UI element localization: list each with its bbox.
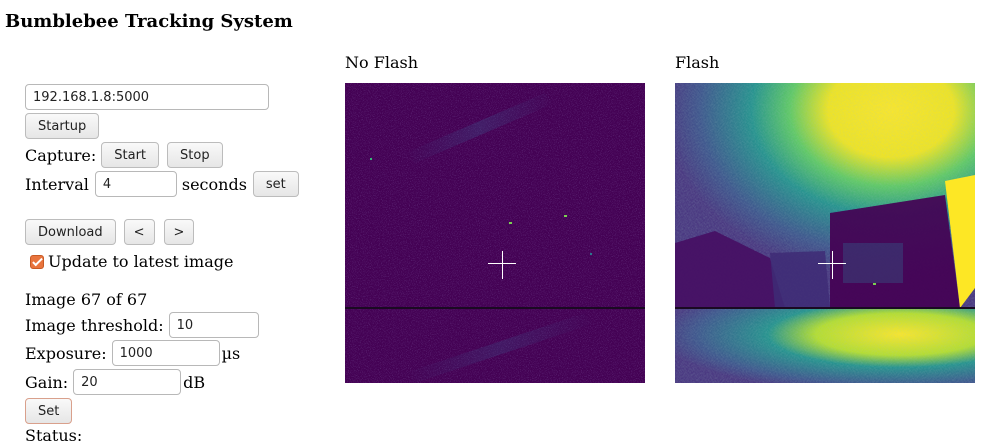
- download-button[interactable]: Download: [25, 219, 116, 245]
- set-row: Set: [25, 398, 73, 424]
- threshold-input[interactable]: [168, 312, 259, 338]
- no-flash-hot-pixel: [509, 222, 512, 224]
- gain-unit: dB: [183, 372, 206, 392]
- server-address-input[interactable]: [25, 84, 269, 110]
- flash-canvas: [675, 83, 975, 383]
- update-latest-row: Update to latest image: [30, 252, 233, 271]
- capture-row: Capture: Start Stop: [25, 142, 223, 168]
- flash-image[interactable]: [675, 83, 975, 383]
- interval-row: Interval seconds set: [25, 171, 299, 197]
- capture-label: Capture:: [25, 145, 97, 165]
- previous-image-button[interactable]: <: [123, 219, 155, 245]
- no-flash-hot-pixel: [590, 253, 592, 255]
- update-latest-label: Update to latest image: [48, 252, 234, 271]
- interval-label: Interval: [25, 174, 89, 194]
- no-flash-title: No Flash: [345, 53, 418, 72]
- image-counter: Image 67 of 67: [25, 290, 148, 309]
- interval-input[interactable]: [94, 171, 177, 197]
- flash-crosshair-icon: [818, 251, 846, 279]
- flash-window: [843, 243, 903, 283]
- update-latest-checkbox[interactable]: [30, 254, 44, 269]
- camera-settings-set-button[interactable]: Set: [25, 398, 73, 424]
- no-flash-hot-pixel: [564, 215, 567, 217]
- threshold-label: Image threshold:: [25, 315, 164, 335]
- interval-set-button[interactable]: set: [252, 171, 299, 197]
- exposure-label: Exposure:: [25, 343, 107, 363]
- capture-start-button[interactable]: Start: [101, 142, 160, 168]
- interval-unit: seconds: [181, 174, 247, 194]
- capture-stop-button[interactable]: Stop: [167, 142, 223, 168]
- no-flash-crosshair-icon: [488, 251, 516, 279]
- flash-hot-pixel: [873, 283, 876, 285]
- address-row: [25, 84, 269, 110]
- next-image-button[interactable]: >: [163, 219, 195, 245]
- status-label: Status:: [25, 426, 83, 445]
- gain-row: Gain: dB: [25, 369, 205, 395]
- threshold-row: Image threshold:: [25, 312, 259, 338]
- no-flash-image[interactable]: [345, 83, 645, 383]
- exposure-unit: µs: [221, 343, 241, 363]
- startup-button[interactable]: Startup: [25, 113, 100, 139]
- no-flash-canvas: [345, 83, 645, 383]
- app-title: Bumblebee Tracking System: [5, 11, 293, 32]
- startup-row: Startup: [25, 113, 100, 139]
- no-flash-hot-pixel: [370, 158, 372, 160]
- gain-label: Gain:: [25, 372, 69, 392]
- exposure-row: Exposure: µs: [25, 340, 240, 366]
- flash-title: Flash: [675, 53, 720, 72]
- image-counter-row: Image 67 of 67: [25, 290, 147, 309]
- status-row: Status:: [25, 426, 82, 445]
- gain-input[interactable]: [73, 369, 182, 395]
- exposure-input[interactable]: [111, 340, 220, 366]
- navigation-row: Download < >: [25, 219, 195, 245]
